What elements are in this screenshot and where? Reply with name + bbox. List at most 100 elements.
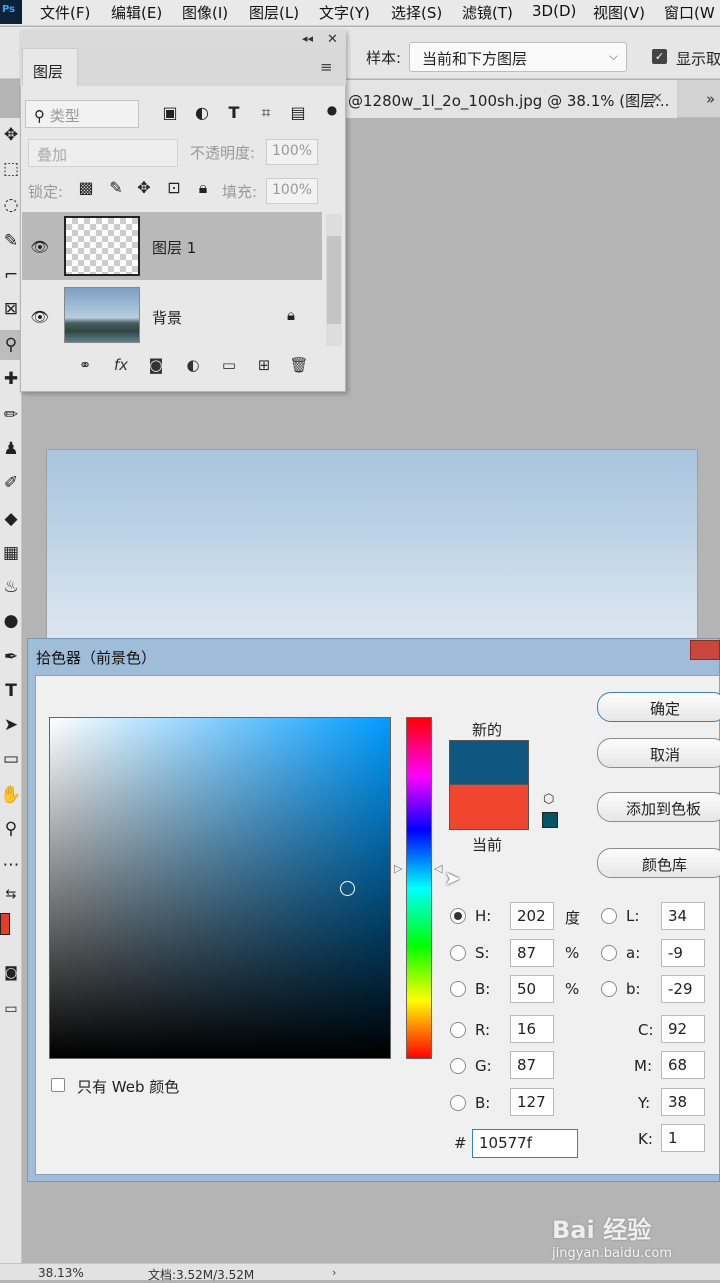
saturation-input[interactable]: 87 <box>510 939 554 967</box>
shape-filter-icon[interactable]: ⌗ <box>256 103 276 123</box>
blue-radio[interactable] <box>450 1095 466 1111</box>
document-tab[interactable]: @1280w_1l_2o_100sh.jpg @ 38.1% (图层... × <box>344 80 677 118</box>
ok-button[interactable]: 确定 <box>597 692 720 722</box>
collapse-panel-icon[interactable]: ◂◂ <box>302 32 313 45</box>
menu-select[interactable]: 选择(S) <box>391 2 442 23</box>
saturation-radio[interactable] <box>450 945 466 961</box>
path-selection-tool-icon[interactable]: ➤ <box>0 710 22 740</box>
move-tool-icon[interactable]: ✥ <box>0 120 22 150</box>
menu-3d[interactable]: 3D(D) <box>532 2 576 20</box>
lasso-tool-icon[interactable]: ◌ <box>0 190 22 220</box>
rectangle-tool-icon[interactable]: ▭ <box>0 744 22 774</box>
more-tools-icon[interactable]: ⋯ <box>0 850 22 880</box>
close-panel-icon[interactable]: ✕ <box>327 32 338 47</box>
hue-input[interactable]: 202 <box>510 902 554 930</box>
panel-menu-icon[interactable]: ≡ <box>320 58 333 76</box>
healing-brush-tool-icon[interactable]: ✚ <box>0 364 22 394</box>
blur-tool-icon[interactable]: ♨ <box>0 572 22 602</box>
black-input[interactable]: 1 <box>661 1124 705 1152</box>
lock-transparent-icon[interactable]: ▩ <box>76 178 96 200</box>
quick-mask-icon[interactable]: ◙ <box>0 958 22 988</box>
status-menu-icon[interactable]: › <box>332 1266 336 1279</box>
zoom-level[interactable]: 38.13% <box>38 1266 84 1280</box>
blue-input[interactable]: 127 <box>510 1088 554 1116</box>
lock-icon[interactable]: 🔒︎ <box>287 306 295 324</box>
more-tabs-icon[interactable]: » <box>706 90 715 108</box>
current-color-swatch[interactable] <box>449 785 529 830</box>
filter-toggle-icon[interactable]: ● <box>322 103 342 123</box>
opacity-input[interactable]: 100% <box>266 139 318 165</box>
color-libraries-button[interactable]: 颜色库 <box>597 848 720 878</box>
lock-image-icon[interactable]: ✎ <box>106 178 126 200</box>
add-to-swatches-button[interactable]: 添加到色板 <box>597 792 720 822</box>
layer-filter-dropdown[interactable]: ⚲ 类型 <box>25 100 139 128</box>
slider-arrow-left-icon[interactable]: ▷ <box>394 862 402 875</box>
hex-input[interactable]: 10577f <box>472 1129 578 1158</box>
fill-input[interactable]: 100% <box>266 178 318 204</box>
pen-tool-icon[interactable]: ✒ <box>0 642 22 672</box>
fx-icon[interactable]: fx <box>110 356 132 376</box>
menu-window[interactable]: 窗口(W <box>664 2 715 23</box>
lab-a-input[interactable]: -9 <box>661 939 705 967</box>
layer-name[interactable]: 背景 <box>152 307 182 328</box>
adjustment-layer-icon[interactable]: ◐ <box>182 356 204 376</box>
menu-edit[interactable]: 编辑(E) <box>111 2 162 23</box>
lab-b-radio[interactable] <box>601 981 617 997</box>
swap-colors-icon[interactable]: ⇆ <box>0 880 22 910</box>
clone-stamp-tool-icon[interactable]: ♟ <box>0 434 22 464</box>
web-safe-swatch[interactable] <box>542 812 558 828</box>
magenta-input[interactable]: 68 <box>661 1051 705 1079</box>
layers-panel-header[interactable] <box>20 30 346 48</box>
red-input[interactable]: 16 <box>510 1015 554 1043</box>
close-tab-icon[interactable]: × <box>651 90 663 106</box>
cancel-button[interactable]: 取消 <box>597 738 720 768</box>
menu-image[interactable]: 图像(I) <box>182 2 228 23</box>
lock-position-icon[interactable]: ✥ <box>134 178 154 200</box>
type-tool-icon[interactable]: T <box>0 676 22 706</box>
eyedropper-tool-icon[interactable]: ⚲ <box>0 330 22 360</box>
history-brush-tool-icon[interactable]: ✐ <box>0 468 22 498</box>
hand-tool-icon[interactable]: ✋ <box>0 780 22 810</box>
green-radio[interactable] <box>450 1058 466 1074</box>
cyan-input[interactable]: 92 <box>661 1015 705 1043</box>
link-layers-icon[interactable]: ⚭ <box>74 356 96 376</box>
canvas-image[interactable] <box>46 449 698 649</box>
lock-artboard-icon[interactable]: ⊡ <box>164 178 184 200</box>
lab-l-input[interactable]: 34 <box>661 902 705 930</box>
blend-mode-dropdown[interactable]: 叠加 <box>28 139 178 167</box>
green-input[interactable]: 87 <box>510 1051 554 1079</box>
layer-thumbnail[interactable] <box>64 216 140 276</box>
quick-select-tool-icon[interactable]: ✎ <box>0 226 22 256</box>
menu-layer[interactable]: 图层(L) <box>249 2 299 23</box>
smart-object-filter-icon[interactable]: ▤ <box>288 103 308 123</box>
menu-file[interactable]: 文件(F) <box>40 2 90 23</box>
lab-l-radio[interactable] <box>601 908 617 924</box>
sample-dropdown[interactable]: 当前和下方图层 ⌵ <box>409 42 627 72</box>
add-mask-icon[interactable]: ◙ <box>145 356 167 376</box>
new-layer-icon[interactable]: ⊞ <box>253 356 275 376</box>
brightness-radio[interactable] <box>450 981 466 997</box>
lab-a-radio[interactable] <box>601 945 617 961</box>
eye-icon[interactable]: 👁︎ <box>28 238 52 256</box>
dodge-tool-icon[interactable]: ● <box>0 606 22 636</box>
web-colors-only-checkbox[interactable] <box>51 1078 65 1092</box>
show-ring-checkbox[interactable]: ✓ <box>652 49 667 64</box>
yellow-input[interactable]: 38 <box>661 1088 705 1116</box>
lock-all-icon[interactable]: 🔒︎ <box>193 178 213 200</box>
gradient-tool-icon[interactable]: ▦ <box>0 538 22 568</box>
new-group-icon[interactable]: ▭ <box>218 356 240 376</box>
brush-tool-icon[interactable]: ✏ <box>0 400 22 430</box>
frame-tool-icon[interactable]: ⊠ <box>0 294 22 324</box>
menu-filter[interactable]: 滤镜(T) <box>462 2 513 23</box>
hue-radio[interactable] <box>450 908 466 924</box>
adjustment-filter-icon[interactable]: ◐ <box>192 103 212 123</box>
lab-b-input[interactable]: -29 <box>661 975 705 1003</box>
zoom-tool-icon[interactable]: ⚲ <box>0 814 22 844</box>
eye-icon[interactable]: 👁︎ <box>28 308 52 326</box>
hue-slider[interactable] <box>406 717 432 1059</box>
scrollbar-thumb[interactable] <box>327 236 341 324</box>
menu-type[interactable]: 文字(Y) <box>319 2 370 23</box>
brightness-input[interactable]: 50 <box>510 975 554 1003</box>
pixel-filter-icon[interactable]: ▣ <box>160 103 180 123</box>
layer-thumbnail[interactable] <box>64 287 140 343</box>
